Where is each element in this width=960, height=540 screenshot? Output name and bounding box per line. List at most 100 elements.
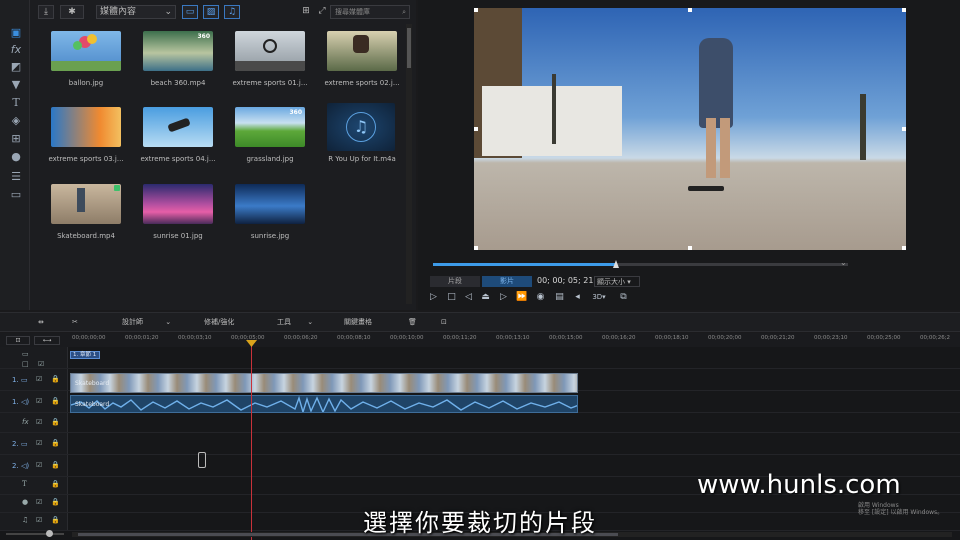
volume-icon[interactable]: ◂	[572, 292, 583, 303]
subtitle-icon[interactable]: ▭	[8, 188, 24, 202]
media-thumb-beach-360[interactable]: 360	[143, 31, 213, 71]
media-filter-dropdown[interactable]: 媒體內容 ⌄	[96, 5, 176, 19]
particle-icon[interactable]: ▼	[8, 78, 24, 92]
checkbox-icon[interactable]: ☑	[36, 375, 42, 383]
video-clip[interactable]: Skateboard	[70, 373, 578, 393]
resize-handle[interactable]	[688, 8, 692, 12]
resize-handle[interactable]	[474, 8, 478, 12]
search-placeholder: 搜尋媒體庫	[335, 8, 370, 16]
media-thumb-audio[interactable]: ♫	[327, 103, 395, 151]
ruler-tick: 00;00;20;00	[708, 335, 742, 341]
checkbox-icon[interactable]: ☑	[38, 360, 44, 368]
clip-mode-button[interactable]: 片段	[430, 276, 480, 287]
preview-timecode[interactable]: 00; 00; 05; 21	[537, 276, 593, 285]
scissors-icon[interactable]: ✂	[72, 316, 78, 328]
previous-frame-icon[interactable]: ◁	[463, 292, 474, 303]
grid-view-icon[interactable]: ⊞	[300, 5, 312, 19]
import-media-icon[interactable]: ⤓	[38, 5, 54, 19]
filter-video-icon[interactable]: ▭	[182, 5, 198, 19]
audio-mix-icon[interactable]: ⊞	[8, 132, 24, 146]
resize-handle[interactable]	[474, 127, 478, 131]
keyframe-button[interactable]: 關鍵畫格	[344, 316, 372, 328]
resize-handle[interactable]	[474, 246, 478, 250]
tools-button[interactable]: 工具 ⌄	[277, 316, 313, 328]
trash-icon[interactable]: 🗑	[408, 316, 417, 328]
movie-mode-button[interactable]: 影片	[482, 276, 532, 287]
preview-video[interactable]	[474, 8, 906, 250]
chapter-marker[interactable]: 1. 章節 1	[70, 351, 100, 359]
library-scroll-thumb[interactable]	[407, 28, 411, 68]
media-thumb-ballon[interactable]	[51, 31, 121, 71]
ruler-tick: 00;00;11;20	[443, 335, 477, 341]
fix-enhance-button[interactable]: 修補/強化	[204, 316, 234, 328]
timeline-mode-icon[interactable]: ⇹	[38, 316, 44, 328]
stop-icon[interactable]: □	[446, 292, 457, 303]
media-thumb-extreme-sports-03[interactable]	[51, 107, 121, 147]
track-controls: T 🔒	[0, 477, 68, 494]
fx-track: fx ☑ 🔒	[0, 413, 960, 433]
resize-handle[interactable]	[902, 246, 906, 250]
checkbox-icon[interactable]: ☑	[36, 397, 42, 405]
lock-icon[interactable]: 🔒	[51, 418, 60, 426]
lock-icon[interactable]: 🔒	[51, 480, 60, 488]
filter-audio-icon[interactable]: ♫	[224, 5, 240, 19]
media-thumb-sunrise[interactable]	[235, 184, 305, 224]
media-label: sunrise 01.jpg	[153, 232, 203, 240]
audio-clip[interactable]: Skateboard	[70, 395, 578, 413]
checkbox-icon[interactable]: ☑	[36, 461, 42, 469]
undock-icon[interactable]: ⧉	[618, 292, 629, 303]
next-frame-icon[interactable]: ▷	[498, 292, 509, 303]
media-room-icon[interactable]: ▣	[8, 26, 24, 40]
media-thumb-extreme-sports-04[interactable]	[143, 107, 213, 147]
3d-toggle[interactable]: 3D▾	[590, 292, 608, 303]
play-icon[interactable]: ▷	[428, 292, 439, 303]
plugin-icon[interactable]: ✱	[60, 5, 84, 19]
view-size-label: 顯示大小	[597, 278, 625, 286]
subtitle-preview-icon[interactable]: ▤	[554, 292, 565, 303]
filter-image-icon[interactable]: ▨	[203, 5, 219, 19]
more-features-icon[interactable]: ⊡	[441, 316, 447, 328]
fast-forward-icon[interactable]: ⏩	[516, 292, 527, 303]
fit-timeline-icon[interactable]: ⟷	[34, 336, 60, 345]
resize-handle[interactable]	[688, 246, 692, 250]
title-icon[interactable]: T	[8, 96, 24, 110]
checkbox-icon[interactable]: ☑	[36, 418, 42, 426]
lock-icon[interactable]: 🔒	[51, 375, 60, 383]
checkbox-icon[interactable]: ☑	[36, 439, 42, 447]
library-search-input[interactable]: 搜尋媒體庫 ⌕	[330, 5, 410, 19]
chevron-down-icon: ▾	[627, 278, 631, 286]
media-thumb-sunrise-01[interactable]	[143, 184, 213, 224]
lock-icon[interactable]: 🔒	[51, 397, 60, 405]
media-label: extreme sports 02.j...	[324, 79, 400, 87]
transition-icon[interactable]: ◈	[8, 114, 24, 128]
media-library-panel: ⤓ ✱ 媒體內容 ⌄ ▭ ▨ ♫ ⊞ ⤢ 搜尋媒體庫 ⌕ ballon.jpg 36…	[30, 0, 416, 310]
pip-icon[interactable]: ◩	[8, 60, 24, 74]
media-thumb-extreme-sports-02[interactable]	[327, 31, 397, 71]
video-track-2: 2. ▭ ☑ 🔒	[0, 433, 960, 455]
timeline-ruler[interactable]: ⊡ ⟷ 00;00;00;00 00;00;01;20 00;00;03;10 …	[0, 333, 960, 347]
chapter-icon[interactable]: ☰	[8, 170, 24, 184]
view-size-dropdown[interactable]: 顯示大小 ▾	[594, 276, 640, 287]
windows-activation-notice: 啟用 Windows 移至 [設定] 以啟用 Windows。	[858, 502, 943, 516]
keyframe-label: 關鍵畫格	[344, 318, 372, 326]
media-thumb-grassland[interactable]: 360	[235, 107, 305, 147]
chevron-down-icon: ⌄	[164, 7, 172, 17]
voiceover-icon[interactable]: ●	[8, 150, 24, 164]
snapshot-icon[interactable]: ◉	[535, 292, 546, 303]
lock-icon[interactable]: 🔒	[51, 461, 60, 469]
split-icon[interactable]: ⏏	[480, 292, 491, 303]
track-number: 1.	[12, 398, 19, 406]
track-manager-icon[interactable]: ⊡	[6, 336, 30, 345]
media-thumb-skateboard[interactable]	[51, 184, 121, 224]
designer-button[interactable]: 設計師 ⌄	[122, 316, 171, 328]
fx-icon: fx	[22, 418, 29, 426]
chevron-down-icon[interactable]: ⌄	[840, 258, 850, 268]
fx-icon[interactable]: fx	[8, 43, 24, 57]
track-controls: ▭ □ ☑	[0, 347, 68, 368]
lock-icon[interactable]: 🔒	[51, 439, 60, 447]
ruler-tick: 00;00;06;20	[284, 335, 318, 341]
resize-handle[interactable]	[902, 127, 906, 131]
resize-handle[interactable]	[902, 8, 906, 12]
media-thumb-extreme-sports-01[interactable]	[235, 31, 305, 71]
fullscreen-icon[interactable]: ⤢	[316, 5, 328, 19]
